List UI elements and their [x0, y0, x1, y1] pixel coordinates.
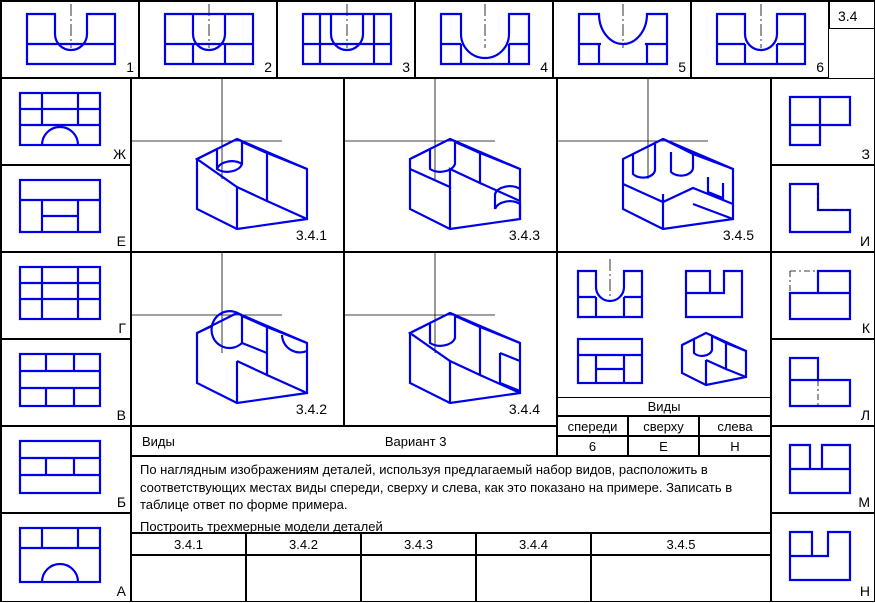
instruction-text: По наглядным изображениям деталей, испол… [140, 461, 762, 514]
page-number: 3.4 [838, 8, 857, 24]
iso-cell-3: 3.4.3 [344, 78, 557, 252]
answer-h-1: 3.4.1 [131, 533, 246, 555]
left-label-a: А [117, 583, 126, 599]
left-label-v: В [117, 407, 126, 423]
right-label-l: Л [861, 407, 870, 423]
answer-h-5: 3.4.5 [591, 533, 771, 555]
answer-h-3: 3.4.3 [361, 533, 476, 555]
iso-cell-1: 3.4.1 [131, 78, 344, 252]
iso-cell-2: 3.4.2 [131, 252, 344, 426]
top-label-3: 3 [402, 59, 410, 75]
iso-label-3: 3.4.3 [509, 227, 540, 243]
right-label-i: И [860, 233, 870, 249]
answer-blank-2[interactable] [246, 555, 361, 602]
example-h1: спереди [557, 416, 628, 436]
answer-h-2: 3.4.2 [246, 533, 361, 555]
right-cell-l: Л [771, 339, 875, 426]
answer-blank-5[interactable] [591, 555, 771, 602]
left-label-b: Б [117, 494, 126, 510]
title-left: Виды [142, 434, 175, 449]
top-cell-4: 4 [415, 1, 553, 78]
right-cell-m: М [771, 426, 875, 513]
left-cell-g: Г [1, 252, 131, 339]
example-views [557, 252, 771, 397]
left-cell-b: Б [1, 426, 131, 513]
example-h2: сверху [628, 416, 699, 436]
instructions: По наглядным изображениям деталей, испол… [131, 456, 771, 533]
top-cell-2: 2 [139, 1, 277, 78]
top-cell-1: 1 [1, 1, 139, 78]
answer-blank-3[interactable] [361, 555, 476, 602]
answer-h-4: 3.4.4 [476, 533, 591, 555]
answer-blank-1[interactable] [131, 555, 246, 602]
example-v2: Е [628, 436, 699, 456]
left-label-g: Г [118, 320, 126, 336]
title-center: Вариант 3 [385, 434, 447, 449]
page-number-box: 3.4 [829, 1, 875, 29]
iso-cell-5: 3.4.5 [557, 78, 771, 252]
left-cell-v: В [1, 339, 131, 426]
top-label-6: 6 [816, 59, 824, 75]
top-label-5: 5 [678, 59, 686, 75]
example-h3: слева [699, 416, 771, 436]
right-cell-z: З [771, 78, 875, 165]
iso-cell-4: 3.4.4 [344, 252, 557, 426]
top-cell-3: 3 [277, 1, 415, 78]
left-cell-a: А [1, 513, 131, 602]
right-cell-i: И [771, 165, 875, 252]
right-cell-n: Н [771, 513, 875, 602]
left-label-zh: Ж [113, 146, 126, 162]
iso-label-1: 3.4.1 [296, 227, 327, 243]
iso-label-5: 3.4.5 [723, 227, 754, 243]
right-cell-k: К [771, 252, 875, 339]
top-label-4: 4 [540, 59, 548, 75]
right-label-m: М [858, 494, 870, 510]
engineering-drawing-worksheet: 3.4 1 2 [0, 0, 875, 602]
iso-label-2: 3.4.2 [296, 401, 327, 417]
left-label-e: Е [117, 233, 126, 249]
right-label-n: Н [860, 583, 870, 599]
left-cell-e: Е [1, 165, 131, 252]
example-title: Виды [557, 397, 771, 416]
top-label-2: 2 [264, 59, 272, 75]
right-label-k: К [862, 320, 870, 336]
top-cell-6: 6 [691, 1, 829, 78]
top-label-1: 1 [126, 59, 134, 75]
right-label-z: З [862, 146, 870, 162]
iso-label-4: 3.4.4 [509, 401, 540, 417]
example-v3: Н [699, 436, 771, 456]
top-cell-5: 5 [553, 1, 691, 78]
example-v1: 6 [557, 436, 628, 456]
title-row: Виды Вариант 3 [131, 426, 557, 456]
left-cell-zh: Ж [1, 78, 131, 165]
answer-blank-4[interactable] [476, 555, 591, 602]
